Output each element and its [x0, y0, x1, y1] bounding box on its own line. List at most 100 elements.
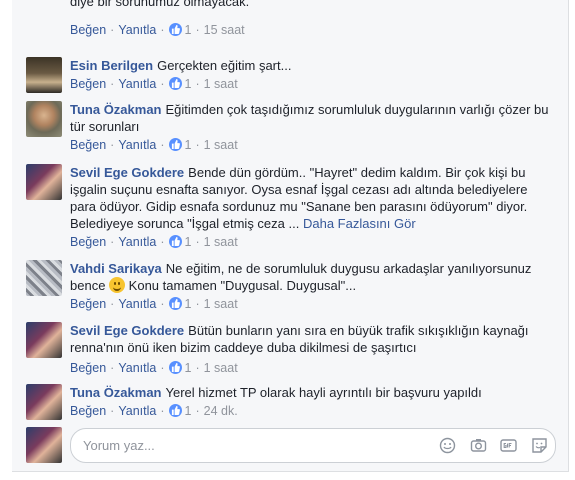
comment-body: Yerel hizmet TP olarak hayli ayrıntılı b…: [165, 385, 482, 400]
separator: ·: [195, 138, 200, 152]
comment: Sevil Ege Gokdere Bütün bunların yanı sır…: [26, 322, 556, 376]
reply-link[interactable]: Yanıtla: [118, 138, 156, 152]
separator: ·: [110, 77, 115, 91]
comment-body: diye bir sorunumuz olmayacak.: [70, 0, 250, 9]
see-more-link[interactable]: Daha Fazlasını Gör: [303, 216, 416, 231]
avatar[interactable]: [26, 101, 62, 137]
comment-actions: Beğen · Yanıtla · 1 · 1 saat: [70, 137, 556, 153]
comment-actions: Beğen · Yanıtla · 1 · 1 saat: [70, 296, 556, 312]
separator: ·: [160, 404, 165, 418]
avatar[interactable]: [26, 260, 62, 296]
separator: ·: [160, 77, 165, 91]
comment-text: Tuna Özakman Yerel hizmet TP olarak hayli…: [70, 384, 556, 401]
like-badge-icon[interactable]: [168, 297, 182, 310]
separator: ·: [160, 361, 165, 375]
sticker-icon[interactable]: [531, 437, 548, 454]
comment: diye bir sorunumuz olmayacak. Beğen · Yanı…: [26, 0, 556, 45]
timestamp[interactable]: 24 dk.: [204, 404, 238, 418]
reply-link[interactable]: Yanıtla: [118, 361, 156, 375]
camera-icon[interactable]: [470, 437, 487, 454]
avatar[interactable]: [26, 384, 62, 420]
timestamp[interactable]: 1 saat: [204, 138, 238, 152]
reply-link[interactable]: Yanıtla: [118, 297, 156, 311]
comment: Esin Berilgen Gerçekten eğitim şart... Be…: [26, 57, 556, 93]
reply-link[interactable]: Yanıtla: [118, 404, 156, 418]
reply-link[interactable]: Yanıtla: [118, 77, 156, 91]
like-count[interactable]: 1: [185, 77, 192, 91]
separator: ·: [195, 23, 200, 37]
comment-text: diye bir sorunumuz olmayacak.: [70, 0, 556, 10]
separator: ·: [160, 23, 165, 37]
separator: ·: [110, 235, 115, 249]
like-count[interactable]: 1: [185, 23, 192, 37]
timestamp[interactable]: 1 saat: [204, 361, 238, 375]
like-link[interactable]: Beğen: [70, 138, 106, 152]
timestamp[interactable]: 1 saat: [204, 235, 238, 249]
separator: ·: [195, 361, 200, 375]
reply-link[interactable]: Yanıtla: [118, 235, 156, 249]
author-name[interactable]: Sevil Ege Gokdere: [70, 165, 184, 180]
timestamp[interactable]: 15 saat: [204, 23, 245, 37]
like-link[interactable]: Beğen: [70, 361, 106, 375]
comment-actions: Beğen · Yanıtla · 1 · 24 dk.: [70, 403, 556, 419]
separator: ·: [110, 23, 115, 37]
comment-body: Konu tamamen "Duygusal. Duygusal"...: [128, 278, 357, 293]
comment-text: Sevil Ege Gokdere Bütün bunların yanı sır…: [70, 322, 556, 356]
comment-text: Tuna Özakman Eğitimden çok taşıdığımız so…: [70, 101, 556, 135]
author-name[interactable]: Sevil Ege Gokdere: [70, 323, 184, 338]
like-count[interactable]: 1: [185, 404, 192, 418]
like-link[interactable]: Beğen: [70, 235, 106, 249]
like-badge-icon[interactable]: [168, 23, 182, 36]
comment: Vahdi Sarikaya Ne eğitim, ne de sorumlulu…: [26, 260, 556, 312]
comment-composer: Yorum yaz...: [26, 427, 556, 463]
avatar[interactable]: [26, 322, 62, 358]
author-name[interactable]: Vahdi Sarikaya: [70, 261, 162, 276]
comment-actions: Beğen · Yanıtla · 1 · 15 saat: [70, 22, 556, 38]
comment-actions: Beğen · Yanıtla · 1 · 1 saat: [70, 76, 556, 92]
separator: ·: [195, 235, 200, 249]
comment-input[interactable]: Yorum yaz...: [70, 428, 556, 463]
avatar[interactable]: [26, 164, 62, 200]
reply-link[interactable]: Yanıtla: [118, 23, 156, 37]
comment: Tuna Özakman Eğitimden çok taşıdığımız so…: [26, 101, 556, 153]
comment-body: Gerçekten eğitim şart...: [157, 58, 292, 73]
separator: ·: [110, 404, 115, 418]
comment-actions: Beğen · Yanıtla · 1 · 1 saat: [70, 360, 556, 376]
separator: ·: [110, 297, 115, 311]
separator: ·: [160, 235, 165, 249]
author-name[interactable]: Tuna Özakman: [70, 102, 162, 117]
separator: ·: [195, 297, 200, 311]
like-badge-icon[interactable]: [168, 235, 182, 248]
comment-text: Sevil Ege Gokdere Bende dün gördüm.. "Hay…: [70, 164, 556, 232]
separator: ·: [195, 404, 200, 418]
like-count[interactable]: 1: [185, 138, 192, 152]
current-user-avatar[interactable]: [26, 427, 62, 463]
author-name[interactable]: Esin Berilgen: [70, 58, 153, 73]
like-badge-icon[interactable]: [168, 77, 182, 90]
separator: ·: [110, 361, 115, 375]
comment-input-placeholder: Yorum yaz...: [83, 438, 155, 453]
like-badge-icon[interactable]: [168, 138, 182, 151]
separator: ·: [160, 297, 165, 311]
comment-text: Vahdi Sarikaya Ne eğitim, ne de sorumlulu…: [70, 260, 556, 294]
like-badge-icon[interactable]: [168, 361, 182, 374]
like-link[interactable]: Beğen: [70, 23, 106, 37]
separator: ·: [160, 138, 165, 152]
like-count[interactable]: 1: [185, 361, 192, 375]
comment-text: Esin Berilgen Gerçekten eğitim şart...: [70, 57, 556, 74]
avatar[interactable]: [26, 57, 62, 93]
like-link[interactable]: Beğen: [70, 297, 106, 311]
smiley-emoji-icon: [109, 277, 126, 293]
like-link[interactable]: Beğen: [70, 404, 106, 418]
gif-icon[interactable]: [500, 437, 517, 454]
like-count[interactable]: 1: [185, 235, 192, 249]
like-badge-icon[interactable]: [168, 404, 182, 417]
like-link[interactable]: Beğen: [70, 77, 106, 91]
comment: Sevil Ege Gokdere Bende dün gördüm.. "Hay…: [26, 164, 556, 250]
author-name[interactable]: Tuna Özakman: [70, 385, 162, 400]
like-count[interactable]: 1: [185, 297, 192, 311]
smiley-icon[interactable]: [439, 437, 456, 454]
timestamp[interactable]: 1 saat: [204, 77, 238, 91]
timestamp[interactable]: 1 saat: [204, 297, 238, 311]
comments-panel: diye bir sorunumuz olmayacak. Beğen · Yanı…: [12, 0, 569, 472]
